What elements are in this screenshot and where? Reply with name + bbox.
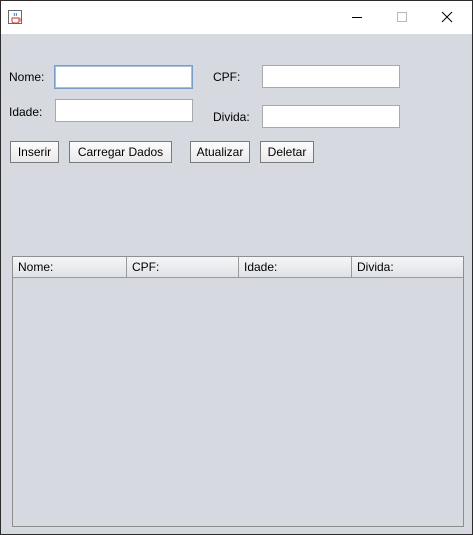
title-bar[interactable] (1, 1, 472, 34)
data-table[interactable]: Nome: CPF: Idade: Divida: (12, 256, 464, 527)
deletar-button[interactable]: Deletar (260, 141, 314, 163)
column-header-cpf[interactable]: CPF: (127, 257, 239, 277)
app-window: Nome: CPF: Idade: Divida: Inserir Carreg… (0, 0, 473, 535)
nome-label: Nome: (9, 70, 45, 84)
column-header-divida[interactable]: Divida: (352, 257, 463, 277)
inserir-button[interactable]: Inserir (10, 141, 59, 163)
idade-input[interactable] (55, 99, 193, 122)
column-header-idade[interactable]: Idade: (239, 257, 352, 277)
table-body[interactable] (13, 278, 463, 526)
cpf-input[interactable] (262, 65, 400, 88)
nome-input[interactable] (54, 65, 193, 89)
atualizar-button[interactable]: Atualizar (190, 141, 250, 163)
table-header: Nome: CPF: Idade: Divida: (13, 257, 463, 278)
column-header-nome[interactable]: Nome: (13, 257, 127, 277)
divida-label: Divida: (213, 110, 250, 124)
minimize-icon (352, 17, 362, 18)
carregar-dados-button[interactable]: Carregar Dados (69, 141, 172, 163)
java-cup-icon (8, 10, 22, 24)
idade-label: Idade: (9, 105, 43, 119)
divida-input[interactable] (262, 105, 400, 128)
close-button[interactable] (425, 1, 470, 34)
cpf-label: CPF: (213, 70, 241, 84)
minimize-button[interactable] (335, 1, 380, 34)
close-icon (441, 11, 453, 23)
maximize-icon (397, 12, 407, 22)
maximize-button[interactable] (380, 1, 425, 34)
